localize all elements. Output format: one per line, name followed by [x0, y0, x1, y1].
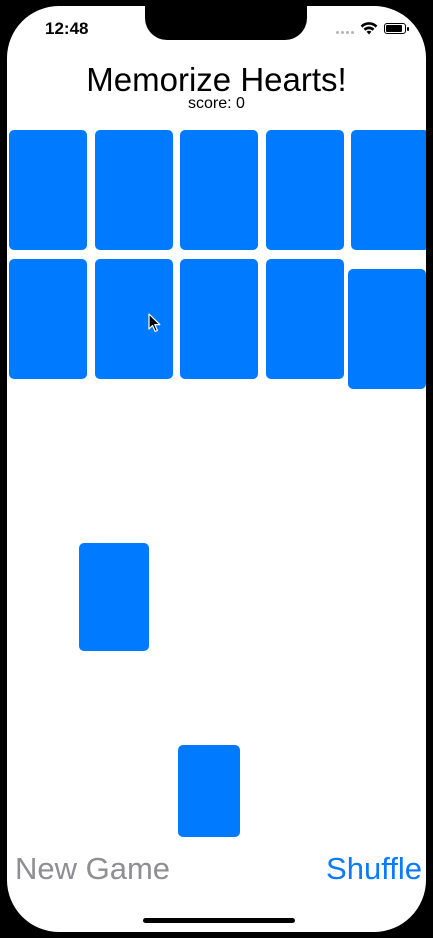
card[interactable] [266, 259, 344, 379]
card[interactable] [180, 130, 258, 250]
card[interactable] [178, 745, 240, 837]
shuffle-button[interactable]: Shuffle [326, 851, 422, 887]
new-game-button[interactable]: New Game [15, 851, 170, 887]
card[interactable] [351, 130, 426, 250]
card[interactable] [95, 130, 173, 250]
status-icons [336, 20, 409, 36]
card[interactable] [79, 543, 149, 651]
card[interactable] [9, 259, 87, 379]
app-screen: 12:48 Memorize Hearts! score: 0 New Game… [7, 6, 426, 932]
score-label: score: 0 [188, 95, 245, 112]
device-frame: 12:48 Memorize Hearts! score: 0 New Game… [0, 0, 433, 938]
status-time: 12:48 [45, 19, 89, 38]
cellular-signal-icon [336, 22, 354, 34]
card[interactable] [348, 269, 426, 389]
card[interactable] [180, 259, 258, 379]
page-title: Memorize Hearts! [86, 61, 347, 98]
mouse-pointer-icon [148, 313, 161, 333]
battery-icon [384, 22, 409, 34]
card[interactable] [266, 130, 344, 250]
wifi-icon [360, 21, 378, 34]
card[interactable] [9, 130, 87, 250]
home-indicator [143, 918, 295, 923]
notch [145, 6, 307, 40]
